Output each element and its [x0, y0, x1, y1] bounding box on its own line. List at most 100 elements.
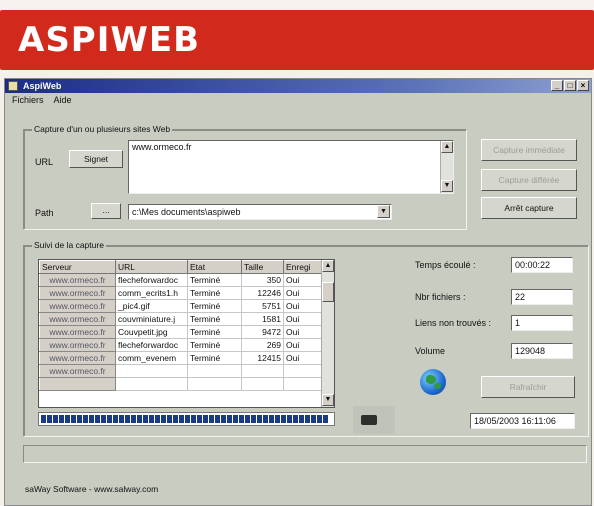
- progress-segment: [287, 415, 292, 423]
- col-enreg[interactable]: Enregi: [283, 260, 323, 274]
- cell-enreg: Oui: [283, 312, 323, 326]
- cell-enreg: Oui: [283, 273, 323, 287]
- url-label: URL: [35, 157, 54, 167]
- cell-taille: 9472: [241, 325, 284, 339]
- col-url[interactable]: URL: [115, 260, 188, 274]
- progress-bar: [38, 412, 335, 426]
- drive-icon: [353, 406, 395, 434]
- close-button[interactable]: ×: [577, 80, 589, 91]
- progress-segment: [275, 415, 280, 423]
- scroll-thumb[interactable]: [322, 282, 334, 302]
- refresh-button[interactable]: Rafraîchir: [481, 376, 575, 398]
- capture-planned-button[interactable]: Capture différée: [481, 169, 577, 191]
- window-titlebar[interactable]: AspiWeb _ □ ×: [5, 79, 591, 93]
- temps-label: Temps écoulé :: [415, 260, 476, 270]
- fichiers-field: 22: [511, 289, 573, 305]
- cell-serveur: www.ormeco.fr: [39, 286, 116, 300]
- progress-segment: [233, 415, 238, 423]
- progress-segment: [215, 415, 220, 423]
- cell-url: comm_ecrits1.h: [115, 286, 188, 300]
- scroll-down-icon[interactable]: ▼: [322, 394, 334, 406]
- cell-enreg: Oui: [283, 325, 323, 339]
- status-bar: [23, 445, 587, 463]
- progress-segment: [191, 415, 196, 423]
- progress-segment: [155, 415, 160, 423]
- app-icon: [8, 81, 18, 91]
- cell-url: flecheforwardoc: [115, 338, 188, 352]
- url-scrollbar[interactable]: ▲ ▼: [440, 141, 453, 193]
- table-row[interactable]: www.ormeco.fr flecheforwardoc Terminé 269 Ou…: [39, 338, 323, 352]
- progress-segment: [203, 415, 208, 423]
- cell-etat: [187, 364, 242, 378]
- maximize-button[interactable]: □: [564, 80, 576, 91]
- progress-segment: [305, 415, 310, 423]
- browse-button[interactable]: ...: [91, 203, 121, 219]
- cell-taille: 269: [241, 338, 284, 352]
- table-row[interactable]: www.ormeco.fr comm_ecrits1.h Terminé 12246 O…: [39, 286, 323, 300]
- col-serveur[interactable]: Serveur: [39, 260, 116, 274]
- cell-url: [115, 364, 188, 378]
- cell-etat: Terminé: [187, 273, 242, 287]
- table-row[interactable]: www.ormeco.fr comm_evenem Terminé 12415 Oui: [39, 351, 323, 365]
- cell-etat: [187, 377, 242, 391]
- cell-enreg: Oui: [283, 286, 323, 300]
- cell-etat: Terminé: [187, 286, 242, 300]
- progress-segment: [311, 415, 316, 423]
- cell-url: flecheforwardoc: [115, 273, 188, 287]
- table-row[interactable]: www.ormeco.fr Couvpetit.jpg Terminé 9472 Oui: [39, 325, 323, 339]
- table-row[interactable]: [39, 377, 323, 391]
- cell-url: comm_evenem: [115, 351, 188, 365]
- progress-segment: [95, 415, 100, 423]
- cell-url: _pic4.gif: [115, 299, 188, 313]
- cell-serveur: www.ormeco.fr: [39, 351, 116, 365]
- chevron-down-icon[interactable]: ▼: [377, 205, 390, 218]
- table-row[interactable]: www.ormeco.fr couvminiature.j Terminé 1581 O…: [39, 312, 323, 326]
- menu-aide[interactable]: Aide: [54, 93, 72, 107]
- progress-segment: [71, 415, 76, 423]
- progress-segment: [101, 415, 106, 423]
- scroll-up-icon[interactable]: ▲: [441, 141, 453, 153]
- cell-serveur: www.ormeco.fr: [39, 312, 116, 326]
- volume-label: Volume: [415, 346, 446, 356]
- cell-taille: 5751: [241, 299, 284, 313]
- table-scrollbar[interactable]: ▲ ▼: [321, 260, 334, 407]
- table-row[interactable]: www.ormeco.fr flecheforwardoc Terminé 350 Ou…: [39, 273, 323, 287]
- progress-segment: [299, 415, 304, 423]
- progress-segment: [161, 415, 166, 423]
- progress-segment: [257, 415, 262, 423]
- scroll-down-icon[interactable]: ▼: [441, 180, 453, 192]
- progress-segment: [125, 415, 130, 423]
- url-value: www.ormeco.fr: [132, 142, 192, 152]
- progress-segment: [137, 415, 142, 423]
- capture-table[interactable]: Serveur URL Etat Taille Enregi www.ormec…: [38, 259, 335, 408]
- table-row[interactable]: www.ormeco.fr _pic4.gif Terminé 5751 Oui: [39, 299, 323, 313]
- progress-segment: [53, 415, 58, 423]
- scroll-up-icon[interactable]: ▲: [322, 260, 334, 272]
- progress-segment: [251, 415, 256, 423]
- minimize-button[interactable]: _: [551, 80, 563, 91]
- cell-enreg: [283, 377, 323, 391]
- menu-fichiers[interactable]: Fichiers: [12, 93, 44, 107]
- col-etat[interactable]: Etat: [187, 260, 242, 274]
- stop-capture-button[interactable]: Arrêt capture: [481, 197, 577, 219]
- progress-segment: [239, 415, 244, 423]
- path-combobox[interactable]: c:\Mes documents\aspiweb: [128, 204, 392, 220]
- window-title: AspiWeb: [23, 81, 62, 91]
- progress-segment: [317, 415, 322, 423]
- progress-segment: [263, 415, 268, 423]
- progress-segment: [179, 415, 184, 423]
- progress-segment: [323, 415, 328, 423]
- col-taille[interactable]: Taille: [241, 260, 284, 274]
- cell-enreg: Oui: [283, 351, 323, 365]
- progress-segment: [173, 415, 178, 423]
- progress-segment: [119, 415, 124, 423]
- capture-immediate-button[interactable]: Capture immédiate: [481, 139, 577, 161]
- cell-taille: 350: [241, 273, 284, 287]
- signet-button[interactable]: Signet: [69, 150, 123, 168]
- cell-url: Couvpetit.jpg: [115, 325, 188, 339]
- progress-segment: [41, 415, 46, 423]
- cell-enreg: [283, 364, 323, 378]
- temps-field: 00:00:22: [511, 257, 573, 273]
- url-textarea[interactable]: www.ormeco.fr: [128, 140, 454, 194]
- table-row[interactable]: www.ormeco.fr: [39, 364, 323, 378]
